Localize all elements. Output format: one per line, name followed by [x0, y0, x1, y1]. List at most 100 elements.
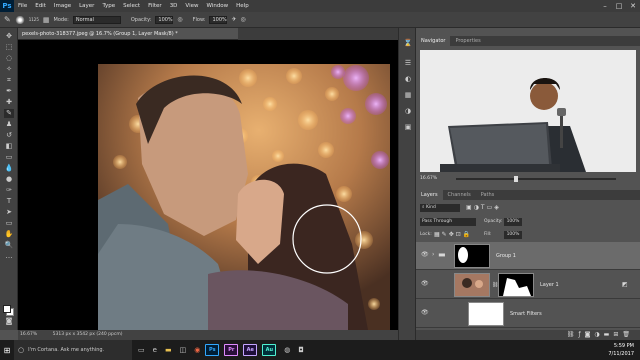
maximize-icon[interactable]: □	[612, 0, 626, 12]
shape-tool-icon[interactable]: ▭	[4, 219, 14, 228]
fill-field[interactable]: 100%	[504, 231, 522, 239]
layer-row-smart-filters[interactable]: 👁 Smart Filters	[416, 300, 640, 328]
menu-layer[interactable]: Layer	[75, 3, 98, 9]
styles-panel-icon[interactable]: ▣	[403, 122, 413, 132]
flow-field[interactable]: 100%	[209, 15, 228, 24]
taskbar-app-photoshop[interactable]: Ps	[205, 344, 220, 356]
layer-mask-thumbnail[interactable]	[498, 273, 534, 297]
taskbar-app-premiere[interactable]: Pr	[224, 344, 239, 356]
path-select-tool-icon[interactable]: ➤	[4, 208, 14, 217]
brush-tool-icon[interactable]: ✎	[4, 15, 11, 24]
move-tool-icon[interactable]: ✥	[4, 32, 14, 41]
task-view-icon[interactable]: ▭	[138, 346, 145, 354]
quick-select-tool-icon[interactable]: ✧	[4, 65, 14, 74]
menu-view[interactable]: View	[181, 3, 202, 9]
cortana-search-box[interactable]: ○ I'm Cortana. Ask me anything.	[14, 340, 132, 360]
chrome-icon[interactable]: ◉	[194, 346, 200, 354]
brush-tool-icon[interactable]: ✎	[4, 109, 14, 118]
canvas-photo[interactable]	[98, 64, 390, 330]
tab-paths[interactable]: Paths	[476, 190, 500, 200]
trash-icon[interactable]: 🗑	[622, 331, 634, 338]
crop-tool-icon[interactable]: ⌗	[4, 76, 14, 85]
quick-mask-icon[interactable]: ◙	[4, 317, 14, 326]
zoom-level[interactable]: 16.67%	[20, 332, 37, 337]
adjustment-layer-icon[interactable]: ◑	[594, 331, 603, 338]
history-brush-tool-icon[interactable]: ↺	[4, 131, 14, 140]
menu-image[interactable]: Image	[50, 3, 75, 9]
system-clock[interactable]: 5:59 PM 7/11/2017	[608, 342, 634, 358]
navigator-zoom[interactable]: 16.67%	[420, 176, 437, 181]
tab-channels[interactable]: Channels	[443, 190, 476, 200]
menu-window[interactable]: Window	[202, 3, 232, 9]
tab-properties[interactable]: Properties	[450, 36, 485, 46]
history-panel-icon[interactable]: ⌛	[403, 38, 413, 48]
gradient-tool-icon[interactable]: ▭	[4, 153, 14, 162]
add-mask-icon[interactable]: ◙	[585, 331, 595, 338]
lock-icons[interactable]: ▦✎✥⊡🔒	[434, 231, 472, 238]
layer-filter-kind[interactable]: ⌕ Kind	[420, 204, 460, 212]
menu-edit[interactable]: Edit	[31, 3, 50, 9]
eye-icon[interactable]: 👁	[421, 251, 429, 258]
layer-thumbnail[interactable]	[454, 273, 490, 297]
taskbar-app-after-effects[interactable]: Ae	[243, 344, 258, 356]
tab-layers[interactable]: Layers	[416, 190, 443, 200]
mode-select[interactable]: Normal	[72, 15, 121, 24]
layers-opacity-field[interactable]: 100%	[504, 218, 522, 226]
properties-panel-icon[interactable]: ☰	[403, 58, 413, 68]
layer-row-group-1[interactable]: 👁 › ▬ Group 1	[416, 242, 640, 270]
dodge-tool-icon[interactable]: ●	[4, 175, 14, 184]
menu-type[interactable]: Type	[98, 3, 119, 9]
windows-start-icon[interactable]: ⊞	[0, 340, 14, 360]
lasso-tool-icon[interactable]: ◌	[4, 54, 14, 63]
layer-mask-thumbnail[interactable]	[454, 244, 490, 268]
pressure-opacity-icon[interactable]: ◎	[177, 16, 182, 23]
menu-file[interactable]: File	[14, 3, 31, 9]
document-tab[interactable]: pexels-photo-318377.jpeg @ 16.7% (Group …	[18, 28, 238, 40]
layer-row-layer-1[interactable]: 👁 ⛓ Layer 1 ◩	[416, 271, 640, 299]
filter-mask-thumbnail[interactable]	[468, 302, 504, 326]
eyedropper-tool-icon[interactable]: ✒	[4, 87, 14, 96]
adjustments-panel-icon[interactable]: ◑	[403, 106, 413, 116]
menu-filter[interactable]: Filter	[144, 3, 166, 9]
taskbar-app-audition[interactable]: Au	[262, 344, 277, 356]
close-icon[interactable]: ✕	[626, 0, 640, 12]
navigator-zoom-thumb[interactable]	[514, 176, 518, 182]
layer-name[interactable]: Smart Filters	[510, 311, 542, 317]
marquee-tool-icon[interactable]: ⬚	[4, 43, 14, 52]
zoom-tool-icon[interactable]: 🔍	[4, 241, 14, 250]
airbrush-icon[interactable]: ✈	[231, 16, 236, 23]
pressure-size-icon[interactable]: ◎	[241, 16, 246, 23]
menu-help[interactable]: Help	[232, 3, 253, 9]
eye-icon[interactable]: 👁	[421, 309, 429, 316]
layer-name[interactable]: Layer 1	[540, 282, 559, 288]
new-group-icon[interactable]: ▬	[604, 331, 614, 338]
eye-icon[interactable]: 👁	[421, 280, 429, 287]
menu-select[interactable]: Select	[119, 3, 144, 9]
file-explorer-icon[interactable]: ▬	[165, 346, 172, 354]
minimize-icon[interactable]: –	[598, 0, 612, 12]
edge-icon[interactable]: e	[153, 346, 157, 354]
camera-icon[interactable]: ◘	[298, 346, 304, 354]
blur-tool-icon[interactable]: 💧	[4, 164, 14, 173]
more-tools-icon[interactable]: …	[4, 252, 14, 261]
blend-mode-select[interactable]: Pass Through	[420, 218, 476, 226]
color-panel-icon[interactable]: ◐	[403, 74, 413, 84]
swatches-panel-icon[interactable]: ▦	[403, 90, 413, 100]
foreground-color-swatch[interactable]	[3, 305, 11, 313]
stamp-tool-icon[interactable]: ♟	[4, 120, 14, 129]
pen-tool-icon[interactable]: ✑	[4, 186, 14, 195]
chevron-right-icon[interactable]: ›	[432, 251, 434, 258]
store-icon[interactable]: ◫	[180, 346, 187, 354]
link-layers-icon[interactable]: ⛓	[567, 331, 579, 338]
tab-navigator[interactable]: Navigator	[416, 36, 451, 46]
layer-filter-icons[interactable]: ▣◑T▭◈	[466, 204, 501, 211]
type-tool-icon[interactable]: T	[4, 197, 14, 206]
hand-tool-icon[interactable]: ✋	[4, 230, 14, 239]
layer-name[interactable]: Group 1	[496, 253, 516, 259]
media-encoder-icon[interactable]: ◍	[284, 346, 290, 354]
opacity-field[interactable]: 100%	[155, 15, 174, 24]
brush-panel-icon[interactable]: ▦	[43, 16, 50, 24]
brush-preset-picker[interactable]	[14, 15, 25, 24]
eraser-tool-icon[interactable]: ◧	[4, 142, 14, 151]
menu-3d[interactable]: 3D	[166, 3, 182, 9]
